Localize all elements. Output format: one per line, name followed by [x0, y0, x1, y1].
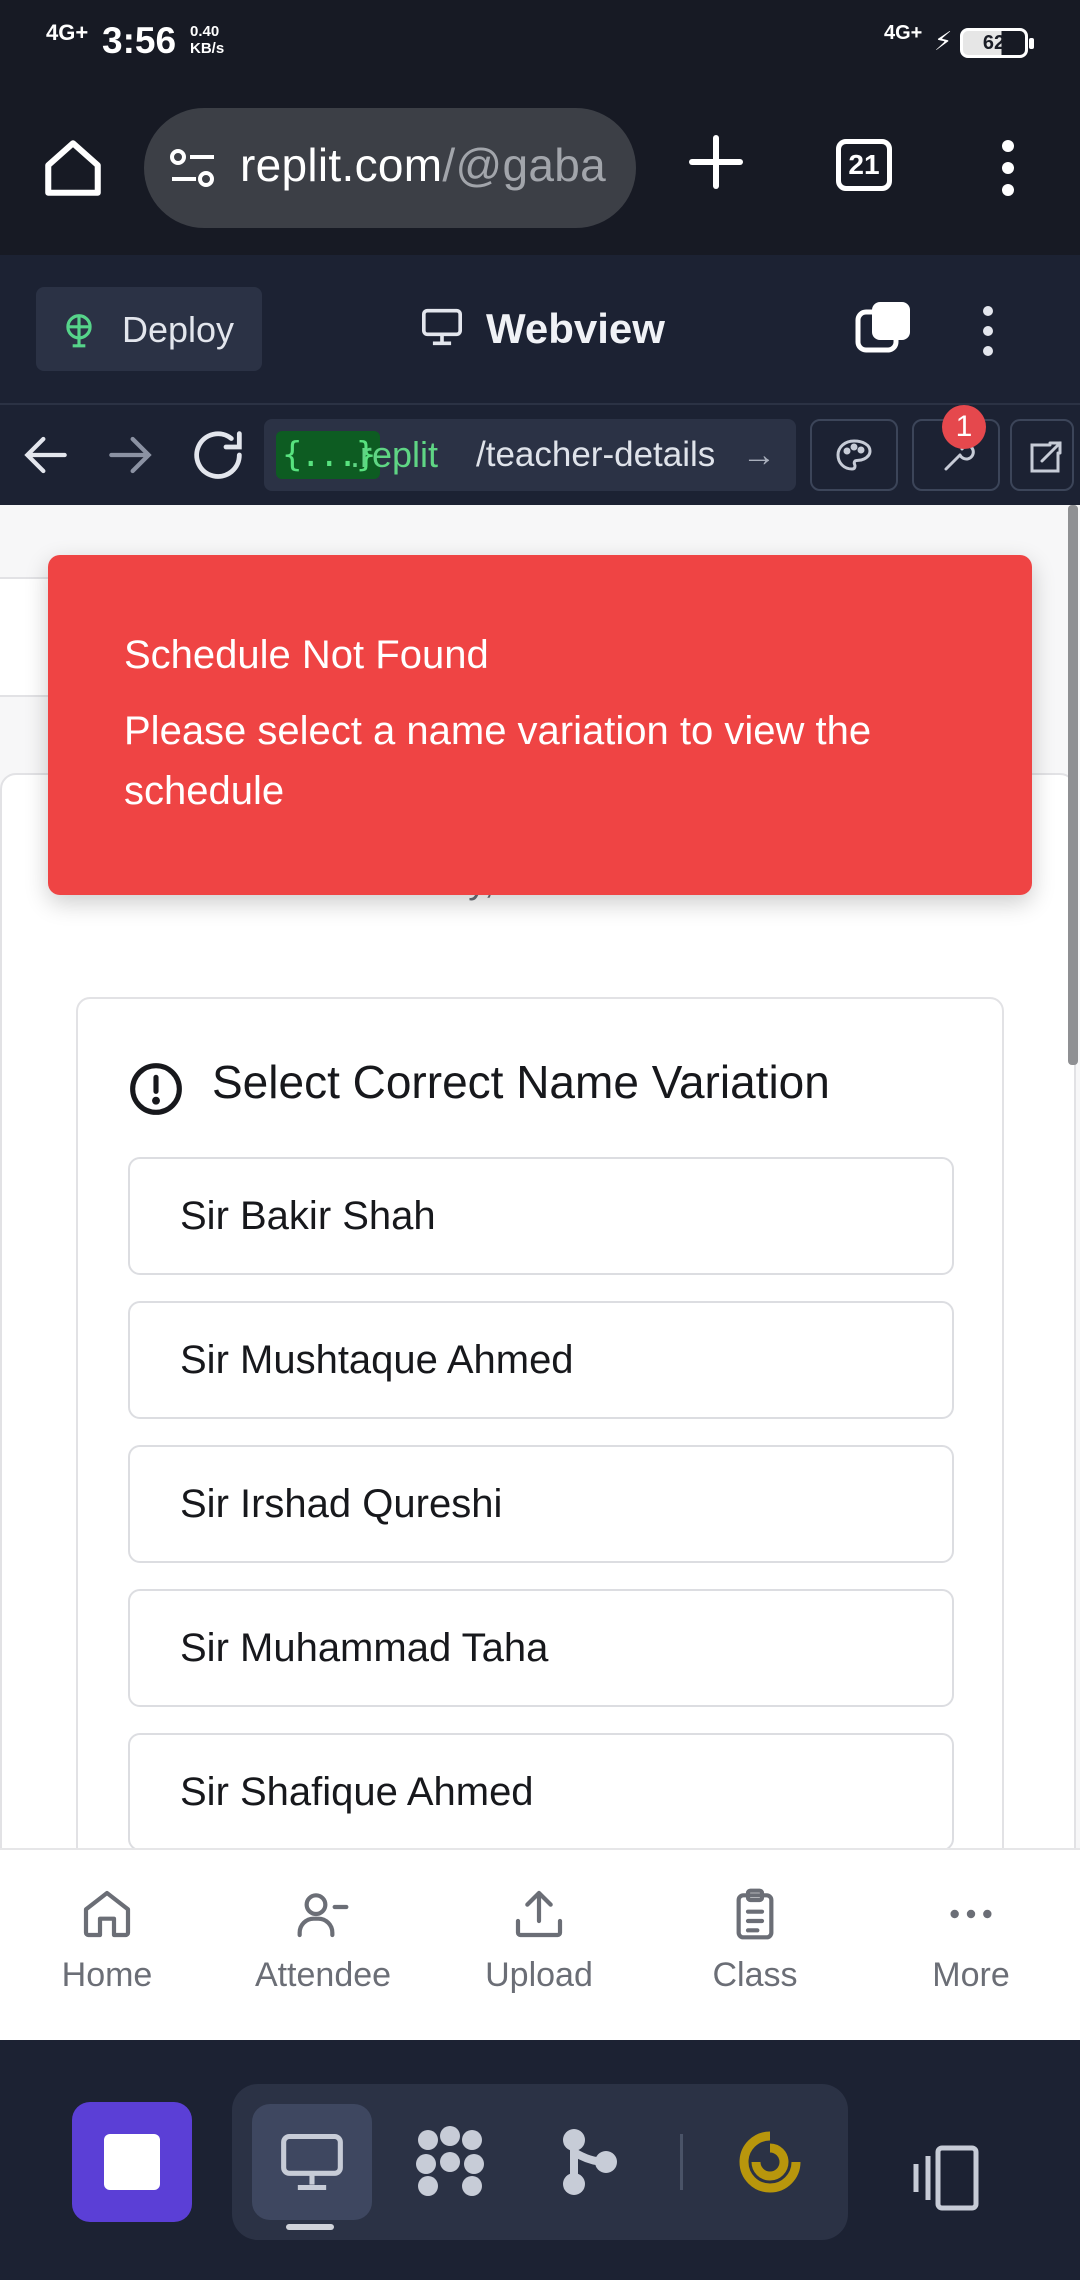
monitor-icon [281, 2133, 343, 2191]
pane-title: Webview [486, 305, 665, 352]
error-toast[interactable]: Schedule Not Found Please select a name … [48, 555, 1032, 895]
copy-button[interactable] [854, 300, 914, 356]
name-option[interactable]: Sir Irshad Qureshi [128, 1445, 954, 1563]
back-button[interactable] [14, 423, 78, 487]
nav-class[interactable]: Class [670, 1886, 840, 2016]
scrollbar[interactable] [1068, 505, 1078, 1065]
nav-home[interactable]: Home [22, 1886, 192, 2016]
more-horizontal-icon [950, 1909, 992, 1919]
tool-git[interactable] [550, 2122, 630, 2202]
toast-title: Schedule Not Found [124, 633, 489, 677]
clock: 3:56 [102, 20, 177, 61]
arrow-right-icon [109, 436, 152, 474]
git-branch-icon [563, 2129, 617, 2195]
data-speed: 0.40 KB/s [190, 23, 225, 57]
home-icon [45, 140, 101, 196]
variation-heading: Select Correct Name Variation [128, 1055, 830, 1115]
plus-icon [689, 135, 743, 189]
deploy-button[interactable]: Deploy [36, 287, 262, 371]
toast-description: Please select a name variation to view t… [124, 709, 872, 813]
clipboard-list-icon [736, 1888, 774, 1940]
url-text[interactable]: replit.com/@gaba [240, 138, 620, 192]
mobile-network-icon: 4G+ [884, 22, 923, 44]
error-count-badge: 1 [942, 405, 986, 449]
webview-address-bar[interactable]: {...} .replit /teacher-details → [264, 419, 796, 491]
refresh-icon [194, 431, 242, 479]
agent-icon [416, 2126, 484, 2196]
tab-switcher-button[interactable]: 21 [836, 139, 892, 191]
site-settings-icon[interactable] [168, 146, 218, 190]
more-vertical-icon [983, 306, 993, 356]
home-icon [83, 1890, 131, 1938]
external-link-icon [1030, 441, 1062, 473]
stop-icon [104, 2134, 160, 2190]
battery-icon: 62 [960, 28, 1034, 58]
reload-button[interactable] [186, 423, 250, 487]
url-bar[interactable]: replit.com/@gaba [144, 108, 636, 228]
tool-switcher [232, 2084, 848, 2240]
copy-icon [855, 302, 910, 353]
upload-icon [515, 1890, 563, 1938]
address-path[interactable]: /teacher-details [476, 431, 752, 479]
name-option[interactable]: Sir Muhammad Taha [128, 1589, 954, 1707]
more-vertical-icon [1002, 140, 1014, 196]
nav-attendee[interactable]: Attendee [238, 1886, 408, 2016]
name-option[interactable]: Sir Shafique Ahmed [128, 1733, 954, 1851]
browser-toolbar: replit.com/@gaba 21 [0, 80, 1080, 255]
panels-icon [913, 2145, 979, 2211]
tool-divider [680, 2134, 683, 2190]
tool-agent[interactable] [410, 2122, 490, 2202]
app-bottom-nav: Home Attendee Upload Class More [0, 1848, 1080, 2040]
go-arrow-icon[interactable]: → [742, 431, 776, 479]
webview-toolbar: {...} .replit /teacher-details → 1 [0, 405, 1080, 505]
new-tab-button[interactable] [686, 132, 746, 192]
arrow-left-icon [24, 436, 67, 474]
tool-extension[interactable] [730, 2122, 810, 2202]
user-minus-icon [297, 1893, 349, 1938]
palette-icon [836, 439, 872, 471]
browser-menu-button[interactable] [980, 138, 1036, 198]
forward-button[interactable] [98, 423, 162, 487]
name-option[interactable]: Sir Mushtaque Ahmed [128, 1301, 954, 1419]
charging-icon: ⚡ [934, 26, 953, 56]
theme-button[interactable] [810, 419, 898, 491]
globe-icon [60, 311, 98, 349]
network-indicator: 4G+ [46, 20, 89, 45]
replit-dock [0, 2040, 1080, 2280]
tool-webview[interactable] [252, 2104, 372, 2220]
gesture-handle [286, 2224, 334, 2230]
replit-header: Deploy Webview [0, 255, 1080, 405]
system-status-bar: 4G+ 3:56 0.40 KB/s 4G+ ⚡ 62 [0, 0, 1080, 80]
browser-home-button[interactable] [40, 135, 106, 201]
alert-circle-icon [128, 1061, 184, 1117]
extension-logo-icon [739, 2131, 801, 2193]
panels-button[interactable] [908, 2140, 984, 2216]
pane-menu-button[interactable] [968, 303, 1008, 359]
name-option[interactable]: Sir Bakir Shah [128, 1157, 954, 1275]
address-domain: .replit [350, 434, 439, 475]
nav-more[interactable]: More [886, 1886, 1056, 2016]
stop-button[interactable] [72, 2102, 192, 2222]
open-new-tab-button[interactable] [1010, 419, 1074, 491]
nav-upload[interactable]: Upload [454, 1886, 624, 2016]
